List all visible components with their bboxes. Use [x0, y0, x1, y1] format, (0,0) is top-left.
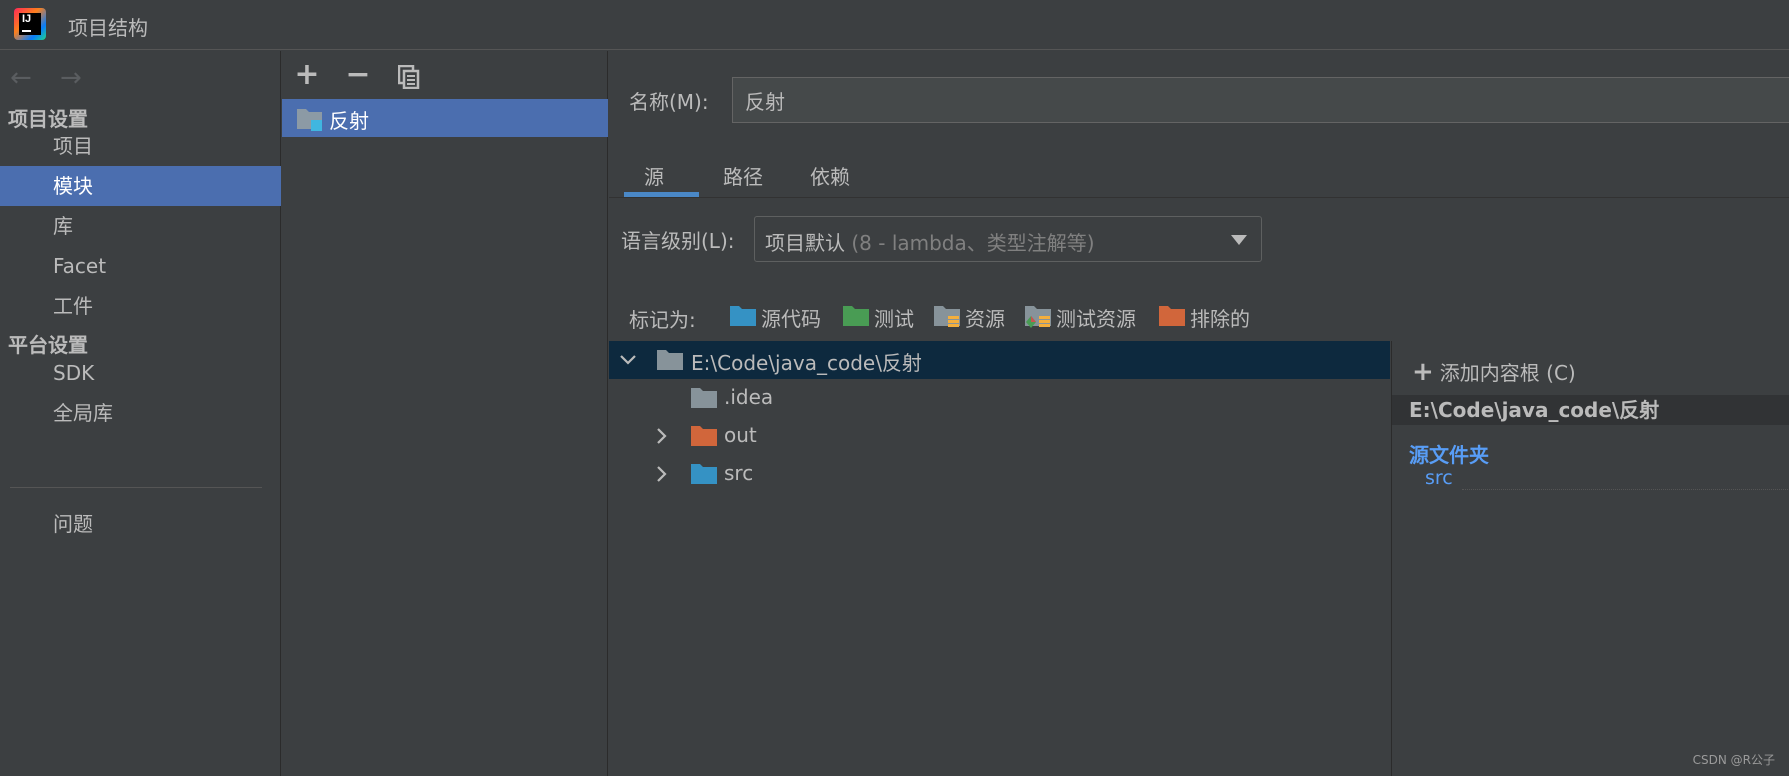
module-folder-icon: [297, 109, 322, 131]
module-details: 名称(M): 源 路径 依赖 语言级别(L): 项目默认 (8 - lambda…: [609, 51, 1789, 776]
forward-arrow-icon[interactable]: →: [60, 65, 82, 91]
language-level-selected: 项目默认: [765, 231, 845, 255]
language-level-dropdown[interactable]: 项目默认 (8 - lambda、类型注解等): [754, 216, 1262, 262]
tree-row-out[interactable]: out: [609, 417, 1390, 455]
chevron-right-icon[interactable]: [652, 464, 672, 484]
tree-item-label: .idea: [724, 385, 774, 409]
sidebar-item-modules[interactable]: 模块: [0, 166, 281, 206]
content-root-path: E:\Code\java_code\反射: [1392, 395, 1789, 425]
mark-as-sources-label: 源代码: [761, 307, 821, 331]
add-module-button[interactable]: +: [292, 60, 322, 91]
folder-icon: [657, 350, 683, 370]
title-bar: IJ 项目结构: [0, 0, 1789, 50]
tab-dependencies[interactable]: 依赖: [810, 161, 850, 190]
modules-panel: + − 反射: [282, 51, 608, 776]
content-root-tree: E:\Code\java_code\反射 .idea out src: [609, 341, 1390, 776]
mark-as-test-resources-label: 测试资源: [1056, 307, 1136, 331]
back-arrow-icon[interactable]: ←: [10, 65, 32, 91]
mark-as-label: 标记为:: [629, 308, 696, 332]
source-folder-item[interactable]: src: [1425, 467, 1453, 489]
mark-as-excluded-label: 排除的: [1190, 307, 1250, 331]
language-level-label: 语言级别(L):: [621, 229, 735, 253]
settings-sidebar: ← → 项目设置 项目 模块 库 Facet 工件 平台设置 SDK 全局库 问…: [0, 51, 281, 776]
tests-folder-icon: [843, 306, 869, 326]
tree-row-idea[interactable]: .idea: [609, 379, 1390, 417]
tab-paths[interactable]: 路径: [723, 161, 763, 190]
sidebar-item-project[interactable]: 项目: [0, 126, 281, 166]
sources-folder-icon: [730, 306, 756, 326]
language-level-value: 项目默认 (8 - lambda、类型注解等): [765, 227, 1095, 256]
source-folders-heading: 源文件夹: [1409, 443, 1489, 467]
test-resources-folder-icon: [1025, 306, 1051, 328]
name-label: 名称(M):: [629, 90, 709, 114]
sidebar-item-libraries[interactable]: 库: [0, 206, 281, 246]
content-roots-panel: + 添加内容根 (C) E:\Code\java_code\反射 源文件夹 src: [1391, 341, 1789, 776]
tab-sources[interactable]: 源: [644, 161, 664, 190]
sidebar-item-sdks[interactable]: SDK: [0, 353, 281, 393]
dropdown-caret-icon: [1231, 235, 1247, 245]
chevron-down-icon[interactable]: [618, 350, 638, 370]
resources-folder-icon: [934, 306, 960, 327]
remove-module-button[interactable]: −: [343, 60, 373, 91]
tree-row-src[interactable]: src: [609, 455, 1390, 493]
sidebar-item-facets[interactable]: Facet: [0, 246, 281, 286]
plus-icon: +: [1412, 357, 1434, 387]
copy-icon: [398, 65, 420, 89]
watermark: CSDN @R公子: [1692, 753, 1775, 767]
tree-item-label: src: [724, 461, 754, 485]
add-content-root-label: 添加内容根 (C): [1439, 361, 1576, 385]
intellij-logo-icon: IJ: [14, 8, 46, 40]
tree-item-label: out: [724, 423, 757, 447]
chevron-right-icon[interactable]: [652, 426, 672, 446]
add-content-root-button[interactable]: + 添加内容根 (C): [1412, 357, 1576, 387]
module-name-label: 反射: [329, 109, 369, 133]
copy-module-button[interactable]: [394, 61, 424, 91]
excluded-folder-icon: [1159, 306, 1185, 326]
folder-icon: [691, 388, 717, 408]
excluded-folder-icon: [691, 426, 717, 446]
logo-text: IJ: [19, 13, 41, 35]
tabs-divider: [609, 197, 1789, 198]
language-level-hint: (8 - lambda、类型注解等): [851, 231, 1095, 255]
sidebar-item-problems[interactable]: 问题: [0, 504, 281, 544]
mark-as-tests-label: 测试: [874, 307, 914, 331]
tree-root-label: E:\Code\java_code\反射: [691, 351, 922, 375]
sidebar-item-global-libraries[interactable]: 全局库: [0, 393, 281, 433]
mark-as-resources-label: 资源: [965, 307, 1005, 331]
module-list-item[interactable]: 反射: [282, 99, 608, 137]
sidebar-item-artifacts[interactable]: 工件: [0, 286, 281, 326]
sources-folder-icon: [691, 464, 717, 484]
module-name-input[interactable]: [732, 77, 1789, 123]
window-title: 项目结构: [68, 16, 148, 40]
source-folder-dotted-line: [1462, 489, 1789, 490]
tree-row-root[interactable]: E:\Code\java_code\反射: [609, 341, 1390, 379]
sidebar-divider: [10, 487, 262, 488]
